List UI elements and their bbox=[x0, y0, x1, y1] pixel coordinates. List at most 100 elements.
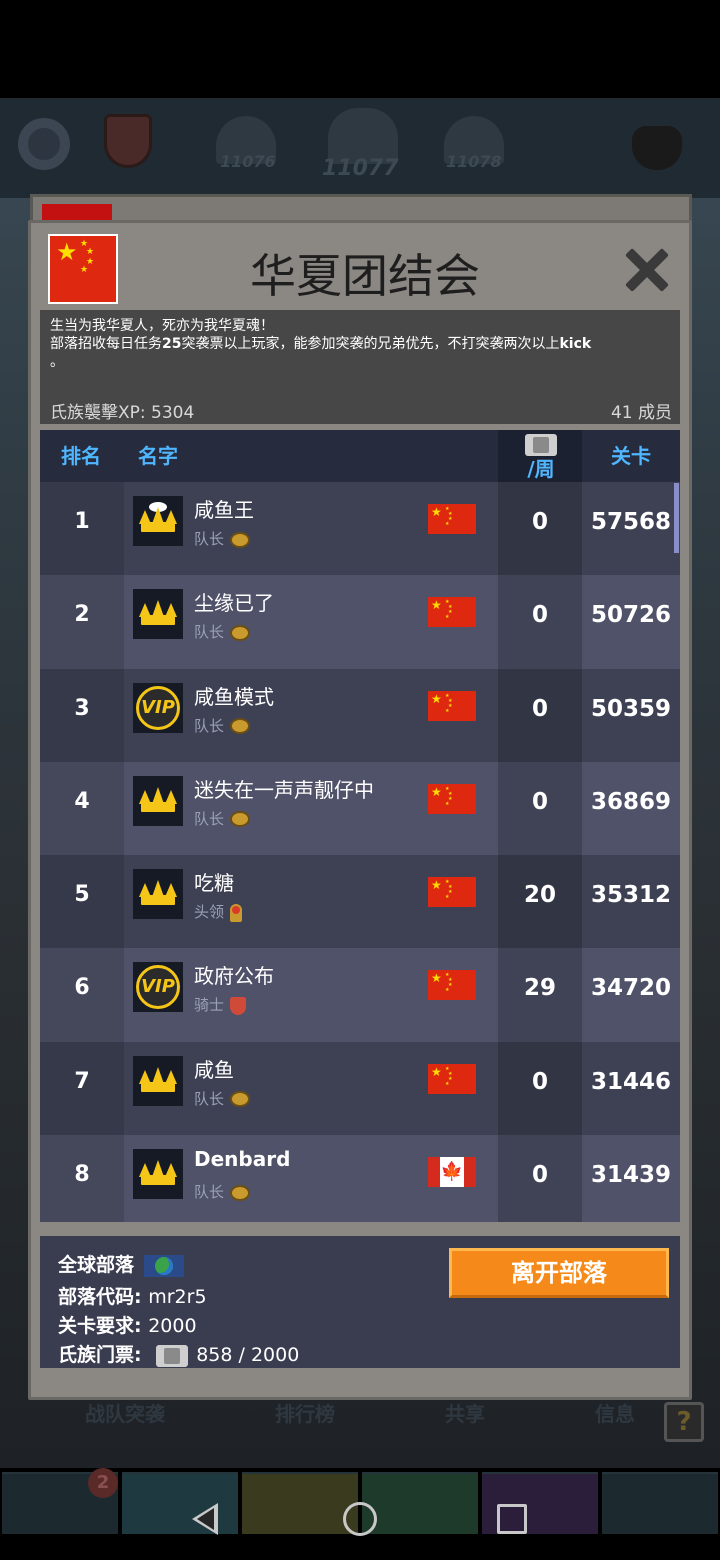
member-tickets: 20 bbox=[498, 855, 582, 949]
member-tickets: 0 bbox=[498, 482, 582, 576]
leader-badge-icon bbox=[230, 531, 251, 548]
member-tickets: 29 bbox=[498, 948, 582, 1042]
clan-xp-label: 氏族襲擊XP: 5304 bbox=[50, 403, 195, 423]
member-name-cell: 吃糖 头领 ★ ★ ★ ★ ★ bbox=[124, 855, 498, 948]
member-rank: 1 bbox=[40, 482, 124, 576]
member-row[interactable]: 3 VIP 咸鱼模式 队长 ★ ★ ★ ★ ★ 0 50359 bbox=[40, 668, 680, 762]
member-level: 34720 bbox=[590, 975, 672, 1002]
member-row[interactable]: 7 咸鱼队长 ★ ★ ★ ★ ★ 0 31446 bbox=[40, 1041, 680, 1136]
member-row[interactable]: 6 VIP 政府公布 骑士 ★ ★ ★ ★ ★ 29 34720 bbox=[40, 948, 680, 1042]
member-tickets: 0 bbox=[498, 1135, 582, 1222]
globe-icon bbox=[144, 1254, 185, 1277]
members-count: 41 成员 bbox=[610, 403, 672, 423]
close-icon[interactable] bbox=[622, 246, 670, 294]
global-clan-label: 全球部落 bbox=[58, 1250, 185, 1277]
flag-china-icon: ★ ★ ★ ★ ★ bbox=[428, 597, 476, 628]
tab-share: 共享 bbox=[445, 1402, 485, 1426]
clan-title: 华夏团结会 bbox=[250, 249, 480, 303]
notification-badge: 2 bbox=[88, 1468, 118, 1498]
member-name: Denbard bbox=[194, 1147, 291, 1172]
tab-clan-raid: 战队突袭 bbox=[85, 1402, 165, 1426]
header-name[interactable]: 名字 bbox=[138, 430, 178, 482]
member-role: 队长 bbox=[194, 1088, 251, 1109]
member-name-cell: 尘缘已了队长 ★ ★ ★ ★ ★ bbox=[124, 575, 498, 668]
member-name-cell: 咸鱼队长 ★ ★ ★ ★ ★ bbox=[124, 1042, 498, 1135]
description-line-1: 生当为我华夏人，死亦为我华夏魂！ bbox=[50, 318, 274, 334]
clan-flag-china: ★ ★ ★ ★ ★ bbox=[48, 234, 118, 304]
member-rank: 3 bbox=[40, 668, 124, 762]
member-row[interactable]: 2 尘缘已了 队长 ★ ★ ★ ★ ★ 0 50726 bbox=[40, 575, 680, 669]
leader-badge-icon bbox=[230, 1091, 251, 1108]
member-name: 尘缘已了 bbox=[194, 591, 274, 616]
member-level: 50359 bbox=[590, 695, 672, 722]
chief-medal-icon bbox=[230, 903, 243, 922]
crown-icon bbox=[139, 1160, 177, 1186]
flag-china-icon: ★ ★ ★ ★ ★ bbox=[428, 1063, 476, 1094]
member-row[interactable]: 8 Denbard 队长 🍁 0 31439 bbox=[40, 1135, 680, 1222]
description-line-2: 部落招收每日任务25突袭票以上玩家，能参加突袭的兄弟优先，不打突袭两次以上kic… bbox=[50, 336, 592, 352]
recents-nav-icon[interactable] bbox=[497, 1504, 527, 1534]
home-nav-icon[interactable] bbox=[343, 1502, 377, 1536]
nav-slot-heroes bbox=[122, 1472, 238, 1534]
flag-china-icon: ★ ★ ★ ★ ★ bbox=[428, 877, 476, 908]
flag-china-icon: ★ ★ ★ ★ ★ bbox=[428, 970, 476, 1001]
member-row[interactable]: 4 迷失在一声声靓仔中 队长 ★ ★ ★ ★ ★ 0 36869 bbox=[40, 761, 680, 856]
header-tickets-per-week[interactable]: /周 bbox=[500, 430, 582, 482]
leader-badge-icon bbox=[230, 718, 251, 735]
nav-slot-shop bbox=[242, 1472, 358, 1534]
member-name-cell: VIP 咸鱼模式 队长 ★ ★ ★ ★ ★ bbox=[124, 669, 498, 762]
description-line-3: 。 bbox=[50, 354, 64, 370]
avatar bbox=[133, 869, 183, 920]
member-name: 咸鱼王 bbox=[194, 498, 254, 522]
member-level: 31439 bbox=[590, 1162, 672, 1189]
member-level: 57568 bbox=[590, 509, 672, 535]
member-rank: 7 bbox=[40, 1041, 124, 1136]
flag-canada-icon: 🍁 bbox=[428, 1157, 476, 1188]
vip-icon: VIP bbox=[136, 965, 180, 1010]
member-role: 头领 bbox=[194, 901, 243, 922]
member-row[interactable]: 1 咸鱼王队长 ★ ★ ★ ★ ★ 0 57568 bbox=[40, 482, 680, 576]
clan-tickets: 氏族门票: 858 / 2000 bbox=[58, 1344, 300, 1367]
crown-white-icon bbox=[139, 507, 177, 532]
status-bar bbox=[0, 0, 720, 98]
level-next-number: 11078 bbox=[446, 152, 502, 171]
scrollbar[interactable] bbox=[674, 483, 679, 553]
member-rank: 8 bbox=[40, 1135, 124, 1222]
member-role: 队长 bbox=[194, 621, 251, 642]
avatar: VIP bbox=[133, 962, 183, 1013]
avatar bbox=[133, 1149, 183, 1200]
nav-slot-pets bbox=[362, 1472, 478, 1534]
member-tickets: 0 bbox=[498, 668, 582, 762]
avatar: VIP bbox=[133, 682, 183, 733]
settings-gear-icon bbox=[18, 118, 70, 170]
member-rank: 6 bbox=[40, 948, 124, 1042]
avatar bbox=[133, 775, 183, 826]
avatar bbox=[133, 1055, 183, 1106]
back-nav-icon-inner bbox=[197, 1508, 214, 1530]
member-level: 50726 bbox=[590, 602, 672, 629]
member-name: 咸鱼 bbox=[194, 1057, 234, 1082]
header-rank[interactable]: 排名 bbox=[40, 430, 122, 482]
nav-slot-more bbox=[602, 1472, 718, 1534]
leader-badge-icon bbox=[230, 1184, 251, 1201]
member-tickets: 0 bbox=[498, 575, 582, 669]
leave-clan-button[interactable]: 离开部落 bbox=[449, 1248, 669, 1298]
member-level: 31446 bbox=[590, 1068, 672, 1095]
crown-icon bbox=[139, 1066, 177, 1092]
member-row[interactable]: 5 吃糖 头领 ★ ★ ★ ★ ★ 20 35312 bbox=[40, 855, 680, 949]
leader-badge-icon bbox=[230, 624, 251, 641]
tab-info: 信息 bbox=[595, 1402, 635, 1426]
crown-icon bbox=[139, 786, 177, 812]
member-role: 骑士 bbox=[194, 994, 247, 1015]
clan-shield-icon bbox=[104, 114, 152, 168]
member-name: 咸鱼模式 bbox=[194, 684, 274, 709]
leader-badge-icon bbox=[230, 811, 251, 828]
member-role: 队长 bbox=[194, 528, 251, 549]
flag-star-icon: ★ bbox=[86, 247, 95, 257]
member-list[interactable]: 1 咸鱼王 队长 ★ ★ ★ ★ ★ 0 57568 2 尘缘已了 队长 ★ ★ ★ ★ ★ 0 50726 3 VIP 咸… bbox=[40, 482, 680, 1222]
member-name: 迷失在一声声靓仔中 bbox=[194, 777, 374, 802]
member-rank: 5 bbox=[40, 855, 124, 949]
header-level[interactable]: 关卡 bbox=[582, 430, 680, 482]
member-tickets: 0 bbox=[498, 1041, 582, 1136]
flag-china-icon: ★ ★ ★ ★ ★ bbox=[428, 504, 476, 534]
